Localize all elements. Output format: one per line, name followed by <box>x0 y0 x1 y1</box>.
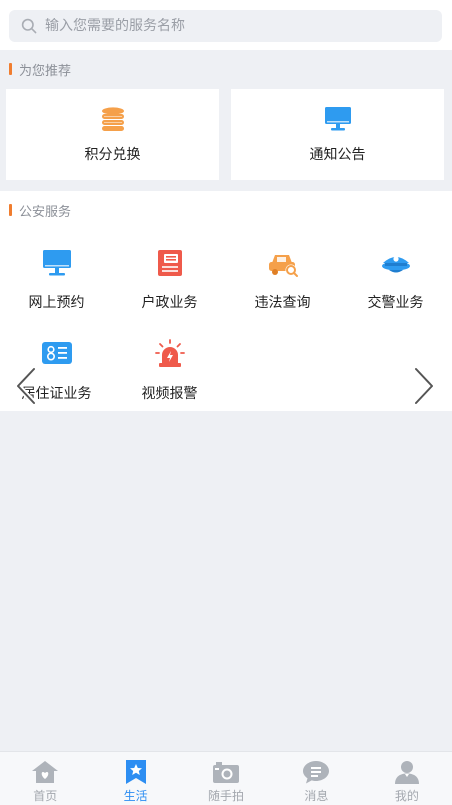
id-card-icon <box>41 342 72 364</box>
police-services-panel: 网上预约 户政业务 违法查询 交警业务 居住证业务 视频报警 <box>0 229 452 411</box>
service-label: 网上预约 <box>28 295 85 311</box>
chat-icon <box>303 761 330 784</box>
household-register-icon <box>157 250 182 276</box>
tab-home[interactable]: 首页 <box>0 752 90 805</box>
car-search-icon <box>268 255 298 277</box>
recommend-section-header: 为您推荐 <box>0 50 452 88</box>
recommend-title: 为您推荐 <box>19 63 72 79</box>
chevron-right-icon[interactable] <box>408 365 438 407</box>
search-box[interactable] <box>9 10 442 42</box>
user-icon <box>394 761 419 784</box>
tab-label: 生活 <box>123 789 148 803</box>
monitor-icon <box>324 106 351 130</box>
section-marker <box>9 63 12 75</box>
service-label: 违法查询 <box>254 295 311 311</box>
police-cap-icon <box>381 256 410 273</box>
bookmark-star-icon <box>125 760 146 784</box>
home-icon <box>32 761 59 783</box>
tab-label: 我的 <box>394 789 419 803</box>
service-household[interactable]: 户政业务 <box>113 248 226 312</box>
service-label: 交警业务 <box>367 295 424 311</box>
coins-stack-icon <box>101 106 124 131</box>
search-icon <box>21 18 37 34</box>
tab-life[interactable]: 生活 <box>90 752 180 805</box>
recommend-item-label: 通知公告 <box>309 146 366 163</box>
bottom-tab-bar: 首页 生活 随手拍 消息 我的 <box>0 751 452 805</box>
police-section-header: 公安服务 <box>0 191 452 229</box>
police-title: 公安服务 <box>19 204 72 220</box>
service-video-alarm[interactable]: 视频报警 <box>113 339 226 403</box>
tab-label: 随手拍 <box>208 789 245 803</box>
service-traffic-police[interactable]: 交警业务 <box>339 248 452 312</box>
service-label: 户政业务 <box>141 295 198 311</box>
section-marker <box>9 204 12 216</box>
recommend-item-label: 积分兑换 <box>84 146 141 163</box>
tab-label: 消息 <box>304 789 329 803</box>
camera-icon <box>213 762 240 783</box>
monitor-icon <box>42 250 71 276</box>
service-online-appointment[interactable]: 网上预约 <box>0 248 113 312</box>
service-label: 视频报警 <box>141 386 198 402</box>
tab-mine[interactable]: 我的 <box>362 752 452 805</box>
alarm-light-icon <box>154 339 185 367</box>
tab-label: 首页 <box>33 789 58 803</box>
search-input[interactable] <box>45 18 425 34</box>
recommend-item-points-exchange[interactable]: 积分兑换 <box>6 89 219 180</box>
tab-messages[interactable]: 消息 <box>271 752 361 805</box>
search-bar <box>0 0 452 50</box>
tab-snapshot[interactable]: 随手拍 <box>181 752 271 805</box>
recommend-item-notice[interactable]: 通知公告 <box>231 89 444 180</box>
service-violation-query[interactable]: 违法查询 <box>226 248 339 312</box>
chevron-left-icon[interactable] <box>12 365 42 407</box>
